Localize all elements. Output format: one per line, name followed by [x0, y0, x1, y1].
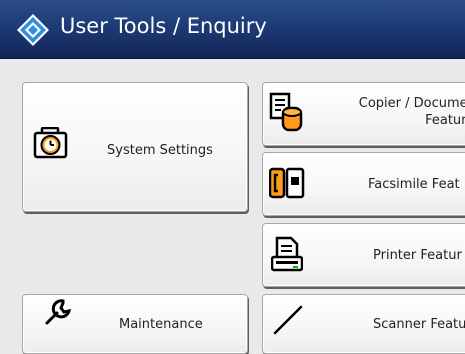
wrench-icon — [45, 299, 72, 325]
toolbox-clock-icon — [33, 127, 68, 159]
scanner-features-button[interactable]: Scanner Featu — [262, 294, 465, 354]
system-settings-label: System Settings — [107, 143, 213, 158]
maintenance-button[interactable]: Maintenance — [22, 294, 248, 354]
printer-icon — [271, 236, 303, 272]
page-title: User Tools / Enquiry — [60, 14, 267, 38]
scanner-pen-icon — [273, 305, 303, 335]
user-tools-diamond-icon — [17, 14, 49, 46]
fax-icon — [269, 167, 305, 199]
copier-document-features-button[interactable]: Copier / DocumentFeatures — [262, 82, 465, 146]
facsimile-features-button[interactable]: Facsimile Feat — [262, 152, 465, 216]
title-bar: User Tools / Enquiry — [0, 0, 465, 59]
printer-features-label: Printer Featur — [373, 248, 462, 263]
maintenance-label: Maintenance — [119, 317, 203, 332]
documents-server-icon — [269, 92, 303, 132]
copier-document-features-label: Copier / DocumentFeatures — [358, 96, 465, 128]
system-settings-button[interactable]: System Settings — [22, 82, 248, 212]
facsimile-features-label: Facsimile Feat — [368, 177, 460, 192]
printer-features-button[interactable]: Printer Featur — [262, 223, 465, 287]
scanner-features-label: Scanner Featu — [373, 317, 465, 332]
